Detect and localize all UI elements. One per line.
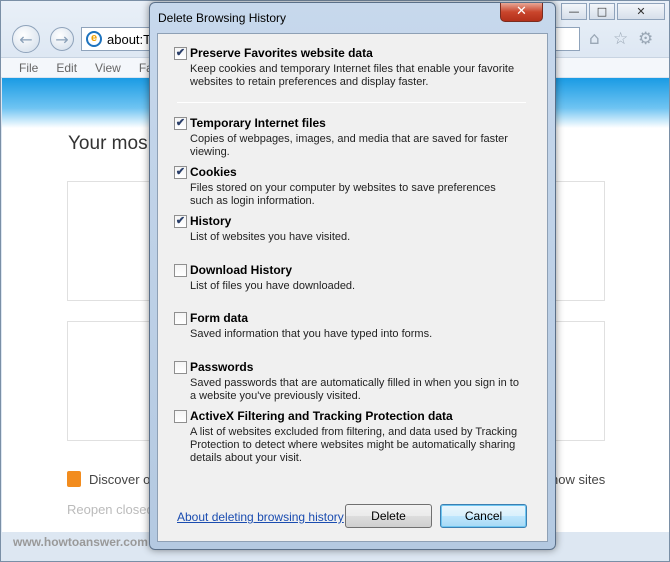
menu-file[interactable]: File: [19, 61, 38, 75]
window-close-button[interactable]: ✕: [617, 3, 665, 20]
option-description: A list of websites excluded from filteri…: [190, 426, 518, 464]
option-passwords: Passwords Saved passwords that are autom…: [174, 360, 539, 403]
back-arrow-icon: ←: [19, 29, 33, 49]
maximize-button[interactable]: □: [589, 3, 615, 20]
delete-browsing-history-dialog: Delete Browsing History ✕ Preserve Favor…: [149, 2, 556, 550]
page-title: Your mos: [68, 133, 148, 154]
option-description: List of websites you have visited.: [190, 231, 351, 243]
separator: [177, 102, 526, 103]
option-description: Saved information that you have typed in…: [190, 328, 433, 340]
dialog-close-button[interactable]: ✕: [500, 3, 543, 22]
option-label[interactable]: Download History: [190, 263, 292, 277]
option-label[interactable]: Temporary Internet files: [190, 116, 326, 130]
minimize-button[interactable]: —: [561, 3, 587, 20]
cancel-button[interactable]: Cancel: [440, 504, 527, 528]
checkbox-activex-tracking-protection[interactable]: [174, 409, 187, 423]
ie-logo-icon: e: [86, 31, 102, 47]
option-label[interactable]: ActiveX Filtering and Tracking Protectio…: [190, 409, 453, 423]
checkbox-download-history[interactable]: [174, 263, 187, 277]
option-description: Copies of webpages, images, and media th…: [190, 133, 508, 158]
forward-button[interactable]: →: [50, 27, 74, 51]
option-cookies: Cookies Files stored on your computer by…: [174, 165, 539, 208]
home-icon[interactable]: ⌂: [589, 29, 600, 49]
menu-view[interactable]: View: [95, 61, 121, 75]
about-deleting-history-link[interactable]: About deleting browsing history: [177, 510, 344, 524]
show-sites-link[interactable]: how sites: [551, 472, 605, 487]
dialog-title: Delete Browsing History: [158, 11, 287, 25]
discover-link[interactable]: Discover o: [89, 472, 150, 487]
option-description: Keep cookies and temporary Internet file…: [190, 63, 515, 88]
checkbox-preserve-favorites[interactable]: [174, 46, 187, 60]
option-form-data: Form data Saved information that you hav…: [174, 311, 539, 341]
forward-arrow-icon: →: [55, 29, 69, 49]
favorites-star-icon[interactable]: ☆: [613, 29, 628, 49]
option-label[interactable]: History: [190, 214, 231, 228]
option-temporary-internet-files: Temporary Internet files Copies of webpa…: [174, 116, 539, 159]
option-label[interactable]: Form data: [190, 311, 248, 325]
gear-icon[interactable]: ⚙: [638, 29, 653, 49]
menu-edit[interactable]: Edit: [56, 61, 77, 75]
reopen-closed-tabs-link[interactable]: Reopen closed: [67, 502, 154, 517]
option-label[interactable]: Cookies: [190, 165, 237, 179]
option-description: Files stored on your computer by website…: [190, 182, 496, 207]
dialog-content: Preserve Favorites website data Keep coo…: [157, 33, 548, 542]
back-button[interactable]: ←: [12, 25, 40, 53]
option-description: List of files you have downloaded.: [190, 280, 356, 292]
close-icon: ✕: [516, 4, 527, 19]
option-history: History List of websites you have visite…: [174, 214, 539, 244]
checkbox-form-data[interactable]: [174, 311, 187, 325]
watermark: www.howtoanswer.com: [13, 535, 148, 549]
delete-button[interactable]: Delete: [345, 504, 432, 528]
option-label[interactable]: Preserve Favorites website data: [190, 46, 373, 60]
option-download-history: Download History List of files you have …: [174, 263, 539, 293]
checkbox-temporary-internet-files[interactable]: [174, 116, 187, 130]
option-label[interactable]: Passwords: [190, 360, 253, 374]
option-description: Saved passwords that are automatically f…: [190, 377, 519, 402]
checkbox-cookies[interactable]: [174, 165, 187, 179]
option-activex-tracking-protection: ActiveX Filtering and Tracking Protectio…: [174, 409, 539, 465]
option-preserve-favorites: Preserve Favorites website data Keep coo…: [174, 46, 539, 89]
checkbox-passwords[interactable]: [174, 360, 187, 374]
discover-icon: [67, 471, 81, 487]
checkbox-history[interactable]: [174, 214, 187, 228]
